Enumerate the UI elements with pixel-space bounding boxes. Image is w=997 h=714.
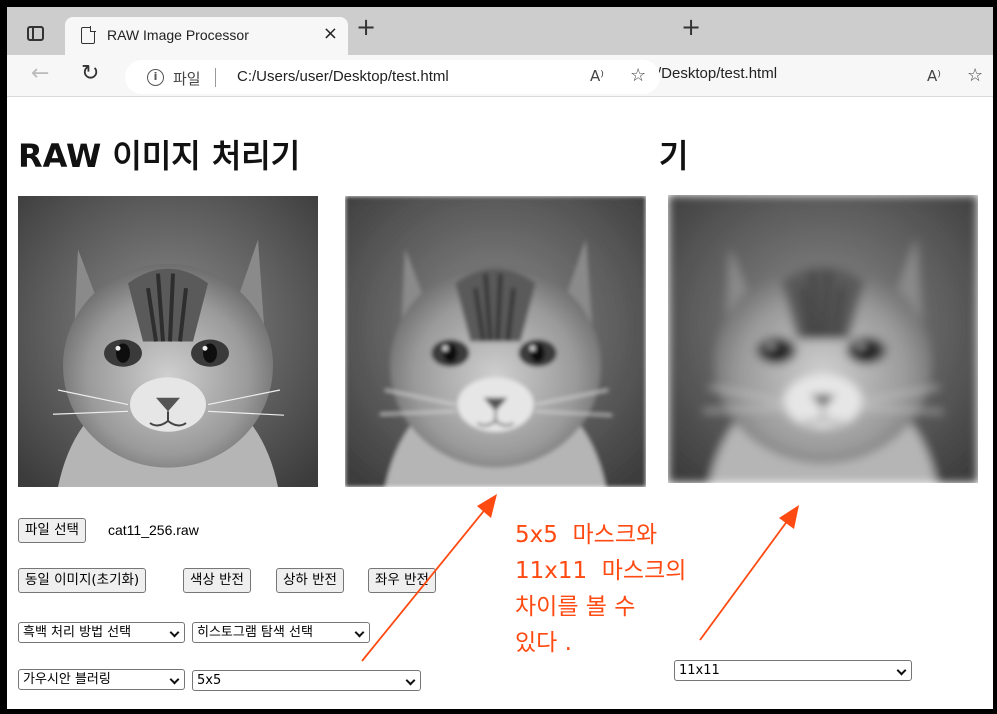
- annotation-arrowhead-1: [477, 494, 497, 518]
- scheme-label: 파일: [173, 70, 201, 88]
- flip-vertical-button[interactable]: 상하 반전: [276, 568, 344, 593]
- info-icon[interactable]: i: [147, 69, 164, 86]
- read-aloud-icon[interactable]: A⁾: [590, 67, 604, 85]
- invert-color-button[interactable]: 색상 반전: [183, 568, 251, 593]
- address-bar[interactable]: i 파일 C:/Users/user/Desktop/test.html: [125, 60, 660, 94]
- second-read-aloud-icon[interactable]: A⁾: [927, 67, 941, 85]
- cat-image-original: [18, 196, 318, 487]
- address-toolbar: ← ↻ i 파일 C:/Users/user/Desktop/test.html…: [7, 55, 660, 97]
- mask-size-select-second-value: 11x11: [679, 663, 720, 678]
- page-icon: [81, 26, 96, 44]
- original-image: [18, 196, 318, 487]
- histogram-select[interactable]: 히스토그램 탐색 선택: [192, 622, 370, 643]
- blurred-image-5x5: [345, 196, 646, 487]
- blurred-image-11x11: [668, 195, 978, 483]
- second-new-tab-button[interactable]: +: [681, 13, 701, 41]
- chevron-down-icon: [354, 627, 365, 638]
- sidebar-icon[interactable]: [27, 26, 44, 41]
- flip-horizontal-button[interactable]: 좌우 반전: [368, 568, 436, 593]
- tab-title: RAW Image Processor: [107, 27, 249, 43]
- second-window-tabstrip: +: [659, 7, 993, 55]
- histogram-select-value: 히스토그램 탐색 선택: [197, 625, 313, 640]
- new-tab-button[interactable]: +: [356, 13, 376, 41]
- reset-image-button[interactable]: 동일 이미지(초기화): [18, 568, 147, 593]
- reload-button[interactable]: ↻: [81, 61, 99, 86]
- chevron-down-icon: [169, 627, 180, 638]
- chevron-down-icon: [169, 674, 180, 685]
- browser-window: + A⁾ ☆ /Desktop/test.html RAW Image Proc…: [7, 7, 993, 709]
- second-favorites-icon[interactable]: ☆: [967, 65, 983, 86]
- favorites-icon[interactable]: ☆: [630, 65, 646, 86]
- address-separator: [215, 68, 216, 87]
- bw-method-select[interactable]: 흑백 처리 방법 선택: [18, 622, 185, 643]
- cat-image-5x5: [345, 196, 646, 487]
- chevron-down-icon: [896, 665, 907, 676]
- filter-select[interactable]: 가우시안 블러링: [18, 669, 185, 690]
- page-title: RAW 이미지 처리기: [18, 137, 301, 175]
- bw-method-select-value: 흑백 처리 방법 선택: [23, 625, 132, 640]
- back-button[interactable]: ←: [31, 61, 49, 86]
- annotation-text: 5x5 마스크와 11x11 마스크의 차이를 볼 수 있다 .: [515, 522, 687, 656]
- second-window-url[interactable]: /Desktop/test.html: [657, 65, 777, 82]
- cat-image-11x11: [668, 195, 978, 483]
- url-text[interactable]: C:/Users/user/Desktop/test.html: [237, 68, 449, 85]
- chevron-down-icon: [405, 675, 416, 686]
- file-select-button[interactable]: 파일 선택: [18, 518, 86, 543]
- filter-select-value: 가우시안 블러링: [23, 672, 111, 687]
- tab-raw-image-processor[interactable]: RAW Image Processor ×: [65, 17, 348, 55]
- second-page-title-fragment: 기: [659, 137, 689, 175]
- close-tab-icon[interactable]: ×: [323, 23, 338, 44]
- mask-size-select-value: 5x5: [197, 673, 222, 688]
- file-name-label: cat11_256.raw: [108, 522, 199, 538]
- mask-size-select-second[interactable]: 11x11: [674, 660, 912, 681]
- mask-size-select[interactable]: 5x5: [192, 670, 421, 691]
- tab-strip: RAW Image Processor × +: [7, 7, 659, 55]
